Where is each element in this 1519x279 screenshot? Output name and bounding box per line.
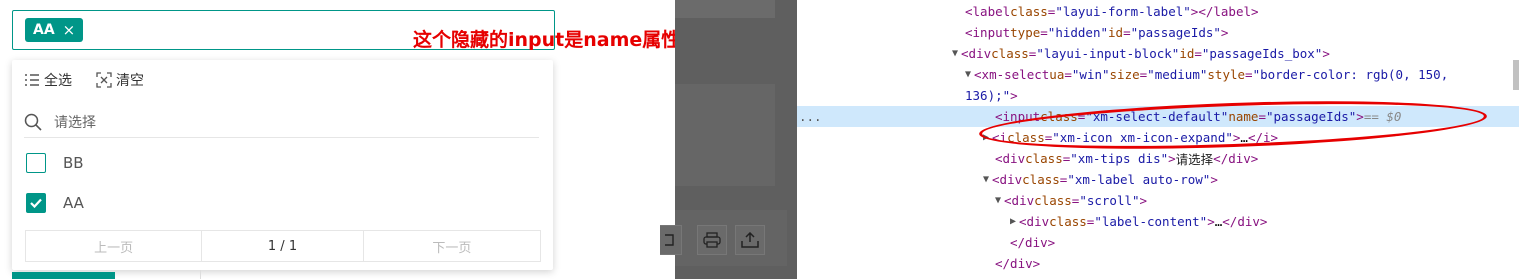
select-dropdown: 全选 清空 请选择 BB AA 上一页 1 / 1 下一页 bbox=[12, 60, 553, 270]
devtools-elements-panel: ... <label class = "layui-form-label" > </l… bbox=[797, 0, 1519, 279]
dropdown-toolbar: 全选 清空 bbox=[24, 70, 144, 90]
dimmed-toolbar bbox=[675, 210, 787, 266]
prev-page-button[interactable]: 上一页 bbox=[26, 231, 203, 261]
annotation-ellipse bbox=[978, 94, 1488, 156]
divider bbox=[200, 270, 201, 279]
dom-node-line[interactable]: <input type = "hidden" id = "passageIds" > bbox=[965, 22, 1228, 43]
clear-button[interactable]: 清空 bbox=[96, 70, 144, 90]
upload-button[interactable] bbox=[735, 225, 765, 255]
screenshot-root: AA × 全选 清空 请选择 BB AA 上一页 1 / 1 下一页 这个隐藏的… bbox=[0, 0, 1519, 279]
upload-icon bbox=[741, 232, 759, 248]
node-gutter-ellipsis[interactable]: ... bbox=[799, 106, 822, 127]
dom-node-line[interactable]: </div> bbox=[995, 253, 1040, 274]
print-icon bbox=[703, 232, 721, 248]
dom-node-line[interactable]: ▼ <div class = "scroll" > bbox=[995, 190, 1147, 211]
select-all-button[interactable]: 全选 bbox=[24, 70, 72, 90]
list-check-icon bbox=[25, 74, 39, 86]
tag-close-icon[interactable]: × bbox=[63, 21, 76, 39]
toolbar-button[interactable] bbox=[660, 225, 682, 255]
print-button[interactable] bbox=[697, 225, 727, 255]
dimmed-card bbox=[675, 0, 775, 18]
option-label: AA bbox=[63, 194, 84, 212]
dom-node-line[interactable]: ▶ <div class = "label-content" >… </div> bbox=[1010, 211, 1267, 232]
dom-node-line[interactable]: 136);" > bbox=[965, 85, 1018, 106]
page-indicator: 1 / 1 bbox=[202, 231, 364, 261]
dom-node-line[interactable]: ▼ <xm-select ua = "win" size = "medium" style… bbox=[965, 64, 1448, 85]
option-aa[interactable]: AA bbox=[26, 193, 84, 213]
teal-button-edge bbox=[12, 272, 115, 279]
option-label: BB bbox=[63, 154, 84, 172]
selected-tag-label: AA bbox=[33, 22, 55, 38]
next-page-button[interactable]: 下一页 bbox=[364, 231, 540, 261]
dropdown-search[interactable]: 请选择 bbox=[24, 106, 539, 138]
checkbox-unchecked-icon[interactable] bbox=[26, 153, 46, 173]
search-placeholder: 请选择 bbox=[54, 114, 96, 131]
search-icon bbox=[24, 113, 42, 131]
clear-label: 清空 bbox=[116, 73, 144, 89]
checkbox-checked-icon[interactable] bbox=[26, 193, 46, 213]
dom-node-line[interactable]: <div class = "xm-tips dis" > 请选择 </div> bbox=[995, 148, 1258, 169]
dom-node-line[interactable]: ▼ <div class = "layui-input-block" id = "pass… bbox=[952, 43, 1330, 64]
dom-node-line[interactable]: ▼ <div class = "xm-label auto-row" > bbox=[983, 169, 1218, 190]
clear-icon bbox=[96, 72, 112, 88]
scrollbar[interactable] bbox=[1513, 60, 1519, 90]
dom-node-line[interactable]: </div> bbox=[1010, 232, 1055, 253]
export-icon bbox=[664, 234, 674, 246]
selected-tag: AA × bbox=[25, 18, 84, 42]
select-all-label: 全选 bbox=[44, 73, 72, 89]
option-bb[interactable]: BB bbox=[26, 153, 84, 173]
dimmed-card bbox=[675, 84, 775, 186]
dom-node-line[interactable]: <label class = "layui-form-label" > </label… bbox=[965, 1, 1259, 22]
dropdown-pager: 上一页 1 / 1 下一页 bbox=[25, 230, 541, 262]
